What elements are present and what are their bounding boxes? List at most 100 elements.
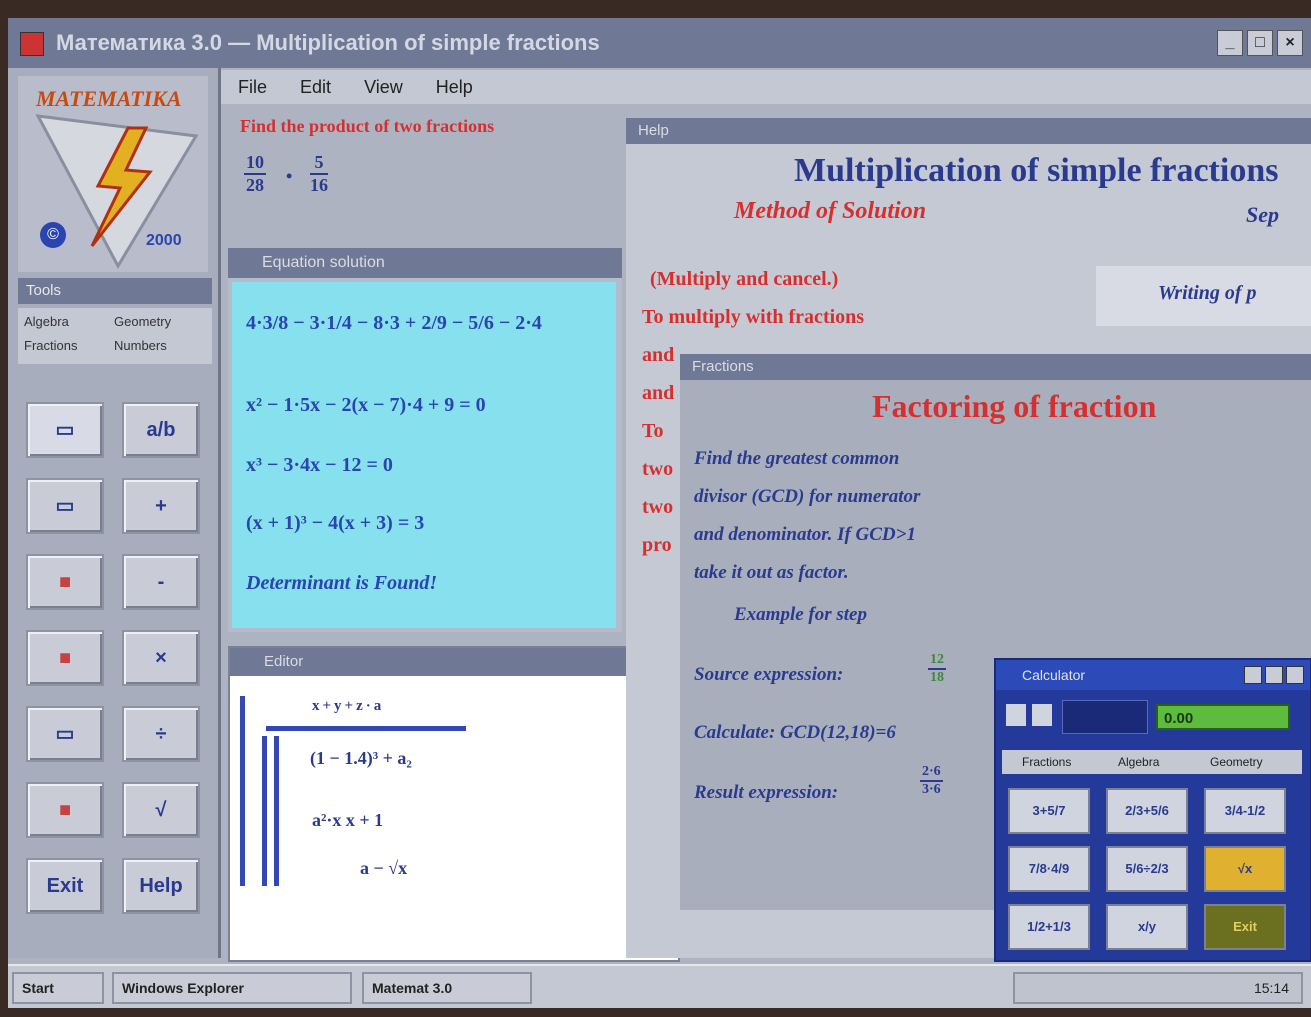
tool-button-divide[interactable]: ÷ <box>122 706 200 762</box>
equation-solution-window: Equation solution 4·3/8 − 3·1/4 − 8·3 + … <box>228 248 622 632</box>
tab-fractions[interactable]: Fractions <box>24 338 77 353</box>
calculator-window: Calculator 0.00 Fractions Algebra Geomet… <box>994 658 1311 962</box>
fraction-tool-button[interactable]: ▭ <box>26 402 104 458</box>
doc-line-3: and <box>642 344 675 366</box>
editor-window-title[interactable]: Editor <box>230 648 678 676</box>
tool-button-a-over-b[interactable]: a/b <box>122 402 200 458</box>
task-fraction-1: 10 28 <box>244 152 266 196</box>
help-button[interactable]: Help <box>122 858 200 914</box>
minimize-button[interactable]: _ <box>1217 30 1243 56</box>
tools-tabs: Algebra Geometry Fractions Numbers <box>18 308 212 364</box>
tab-algebra[interactable]: Algebra <box>24 314 69 329</box>
menu-file[interactable]: File <box>238 77 267 97</box>
calc-paste-icon[interactable] <box>1032 704 1052 726</box>
close-button[interactable]: × <box>1277 30 1303 56</box>
sep-link[interactable]: Sep <box>1246 202 1279 228</box>
determinant-found-text: Determinant is Found! <box>246 572 438 594</box>
source-fraction: 12 18 <box>928 652 946 686</box>
factoring-line-3: and denominator. If GCD>1 <box>694 524 916 545</box>
calc-button-8[interactable]: x/y <box>1106 904 1188 950</box>
editor-top-expression: x+y+z·a <box>312 698 385 714</box>
calculator-display: 0.00 <box>1156 704 1290 730</box>
taskbar-app-matemat[interactable]: Matemat 3.0 <box>362 972 532 1004</box>
calc-close-button[interactable] <box>1286 666 1304 684</box>
task-operator: • <box>286 166 293 186</box>
calc-maximize-button[interactable] <box>1265 666 1283 684</box>
doc-line-5: To <box>642 420 664 442</box>
calc-tab-algebra[interactable]: Algebra <box>1118 750 1159 774</box>
logo: MATEMATIKA © 2000 <box>18 76 208 272</box>
equation-window-title[interactable]: Equation solution <box>228 248 622 278</box>
menu-view[interactable]: View <box>364 77 403 97</box>
editor-expression-1: (1 − 1.4)³ + a₂ <box>310 748 412 768</box>
clock: 15:14 <box>1253 980 1289 996</box>
calculator-tabs: Fractions Algebra Geometry <box>1002 750 1302 774</box>
calc-tab-fractions[interactable]: Fractions <box>1022 750 1071 774</box>
result-denominator: 3·6 <box>922 782 941 797</box>
factoring-line-4: take it out as factor. <box>694 562 849 583</box>
editor-bracket-bar-3 <box>274 736 279 886</box>
left-panel: MATEMATIKA © 2000 Tools Algebra Geometry… <box>8 68 221 958</box>
factoring-line-2: divisor (GCD) for numerator <box>694 486 921 507</box>
tool-button-sqrt[interactable]: √ <box>122 782 200 838</box>
logo-label: 2000 <box>146 232 182 249</box>
window-title: Математика 3.0 — Multiplication of simpl… <box>56 30 600 55</box>
doc-line-1: (Multiply and cancel.) <box>650 268 839 290</box>
window-controls: _ □ × <box>1217 30 1303 56</box>
calc-button-5[interactable]: 5/6÷2/3 <box>1106 846 1188 892</box>
editor-bracket-bar <box>240 696 245 886</box>
editor-expression-2: a²·x x + 1 <box>312 810 384 830</box>
equation-line-1: 4·3/8 − 3·1/4 − 8·3 + 2/9 − 5/6 − 2·4 <box>246 312 542 334</box>
red-tool-button-3[interactable]: ■ <box>26 782 104 838</box>
help-window-title[interactable]: Help <box>626 118 1311 144</box>
logo-brand: MATEMATIKA <box>36 86 182 111</box>
equation-line-3: x³ − 3·4x − 12 = 0 <box>246 454 393 476</box>
tab-geometry[interactable]: Geometry <box>114 314 171 329</box>
factoring-heading: Factoring of fraction <box>872 388 1157 424</box>
calc-button-2[interactable]: 2/3+5/6 <box>1106 788 1188 834</box>
fraction-2-numerator: 5 <box>310 152 328 175</box>
example-step-link[interactable]: Example for step <box>734 604 867 626</box>
start-button[interactable]: Start <box>12 972 104 1004</box>
menu-help[interactable]: Help <box>436 77 473 97</box>
calc-minimize-button[interactable] <box>1244 666 1262 684</box>
calc-button-7[interactable]: 1/2+1/3 <box>1008 904 1090 950</box>
fraction-down-tool-button[interactable]: ▭ <box>26 478 104 534</box>
source-expression-label: Source expression: <box>694 664 844 685</box>
exit-button[interactable]: Exit <box>26 858 104 914</box>
maximize-button[interactable]: □ <box>1247 30 1273 56</box>
tab-numbers[interactable]: Numbers <box>114 338 167 353</box>
fraction-1-denominator: 28 <box>246 175 264 195</box>
app-icon <box>20 32 44 56</box>
tools-panel-title: Tools <box>18 278 212 304</box>
calc-button-1[interactable]: 3+5/7 <box>1008 788 1090 834</box>
tool-button-multiply[interactable]: × <box>122 630 200 686</box>
calc-copy-icon[interactable] <box>1006 704 1026 726</box>
factoring-line-1: Find the greatest common <box>694 448 900 469</box>
calc-exit-button[interactable]: Exit <box>1204 904 1286 950</box>
editor-bracket-bar-2 <box>262 736 267 886</box>
equation-line-2: x² − 1·5x − 2(x − 7)·4 + 9 = 0 <box>246 394 486 416</box>
red-tool-button[interactable]: ■ <box>26 554 104 610</box>
tool-button-plus[interactable]: + <box>122 478 200 534</box>
taskbar-app-explorer[interactable]: Windows Explorer <box>112 972 352 1004</box>
menu-bar: File Edit View Help <box>220 70 1311 104</box>
doc-line-4: and <box>642 382 675 404</box>
result-fraction: 2·6 3·6 <box>920 764 943 798</box>
doc-line-6: two <box>642 458 674 480</box>
calc-button-sqrt[interactable]: √x <box>1204 846 1286 892</box>
desktop-screen: Математика 3.0 — Multiplication of simpl… <box>8 18 1311 1008</box>
red-tool-button-2[interactable]: ■ <box>26 630 104 686</box>
tool-button-5[interactable]: ▭ <box>26 706 104 762</box>
result-numerator: 2·6 <box>920 764 943 782</box>
fraction-2-denominator: 16 <box>310 175 328 195</box>
method-of-solution: Method of Solution <box>734 198 927 224</box>
calc-button-4[interactable]: 7/8·4/9 <box>1008 846 1090 892</box>
tool-button-minus[interactable]: - <box>122 554 200 610</box>
fractions-window-title[interactable]: Fractions <box>680 354 1311 380</box>
window-titlebar[interactable]: Математика 3.0 — Multiplication of simpl… <box>8 18 1311 68</box>
menu-edit[interactable]: Edit <box>300 77 331 97</box>
calc-tab-geometry[interactable]: Geometry <box>1210 750 1263 774</box>
source-numerator: 12 <box>928 652 946 670</box>
calc-button-3[interactable]: 3/4-1/2 <box>1204 788 1286 834</box>
